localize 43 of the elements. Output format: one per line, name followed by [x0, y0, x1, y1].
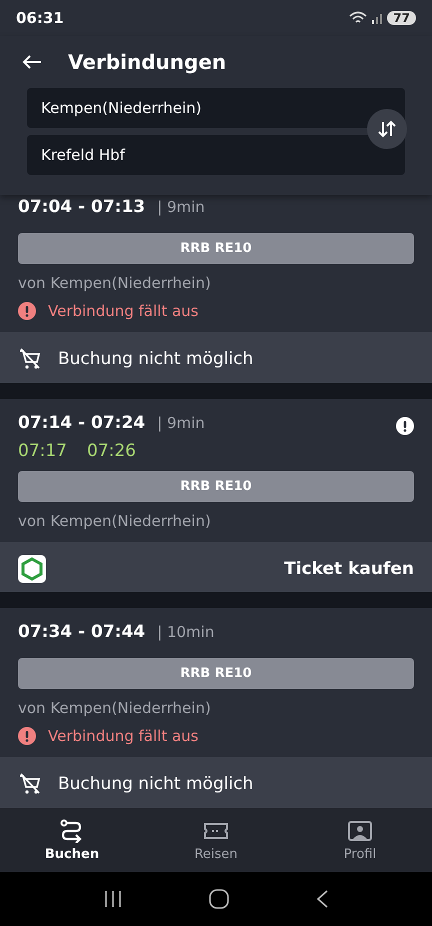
- connection-duration: | 9min: [157, 414, 205, 432]
- connection-times: 07:34 - 07:44: [18, 622, 146, 642]
- nav-tab[interactable]: Reisen: [144, 808, 288, 872]
- cancellation-notice: Verbindung fällt aus: [48, 727, 198, 746]
- battery-indicator: 77: [387, 11, 416, 25]
- destination-field[interactable]: Krefeld Hbf: [27, 135, 405, 175]
- origin-field[interactable]: Kempen(Niederrhein): [27, 88, 405, 128]
- connection-times: 07:04 - 07:13: [18, 197, 146, 217]
- swap-arrows-icon: [377, 119, 397, 139]
- status-time: 06:31: [16, 9, 64, 27]
- back-arrow-icon[interactable]: [22, 54, 42, 70]
- signal-icon: [371, 12, 384, 24]
- booking-status: Buchung nicht möglich: [58, 349, 254, 369]
- realtime: 07:26: [87, 440, 136, 461]
- origin-text: von Kempen(Niederrhein): [18, 512, 212, 530]
- operator-logo-icon: [18, 554, 46, 583]
- nav-tab[interactable]: Profil: [288, 808, 432, 872]
- booking-status: Buchung nicht möglich: [58, 774, 254, 794]
- origin-text: von Kempen(Niederrhein): [18, 274, 212, 292]
- buy-ticket-button[interactable]: Ticket kaufen: [284, 554, 414, 583]
- connection-card[interactable]: 07:34 - 07:44 | 10min RRB RE10 von Kempen(Niederrhein) Verbindung fällt aus Buchung nicht möglich: [0, 608, 432, 808]
- nav-tab[interactable]: Buchen: [0, 808, 144, 872]
- crossed-cart-icon: [18, 347, 42, 371]
- connection-duration: | 9min: [157, 198, 205, 216]
- line-badge: RRB RE10: [18, 658, 414, 690]
- crossed-cart-icon: [18, 772, 42, 796]
- connection-duration: | 10min: [157, 623, 214, 642]
- connection-card[interactable]: 07:04 - 07:13 | 9min RRB RE10 von Kempen(Niederrhein) Verbindung fällt aus Buchung nicht möglich: [0, 195, 432, 383]
- wifi-icon: [349, 11, 368, 25]
- realtime: 07:17: [18, 440, 67, 461]
- connection-times: 07:14 - 07:24: [18, 412, 146, 433]
- line-badge: RRB RE10: [18, 233, 414, 264]
- line-badge: RRB RE10: [18, 470, 414, 502]
- home-icon: [208, 888, 230, 910]
- warning-icon: [18, 302, 36, 320]
- page-title: Verbindungen: [68, 50, 226, 74]
- recent-apps-icon: [102, 890, 123, 908]
- connection-card[interactable]: 07:14 - 07:24 | 9min 07:17 07:26 RRB RE10 von Kempen(Niederrhein) Ticket kaufen: [0, 398, 432, 592]
- cancellation-notice: Verbindung fällt aus: [48, 302, 198, 320]
- warning-icon: [18, 727, 36, 746]
- back-icon: [315, 889, 330, 909]
- picture-frame-icon: [347, 818, 373, 842]
- origin-text: von Kempen(Niederrhein): [18, 699, 212, 718]
